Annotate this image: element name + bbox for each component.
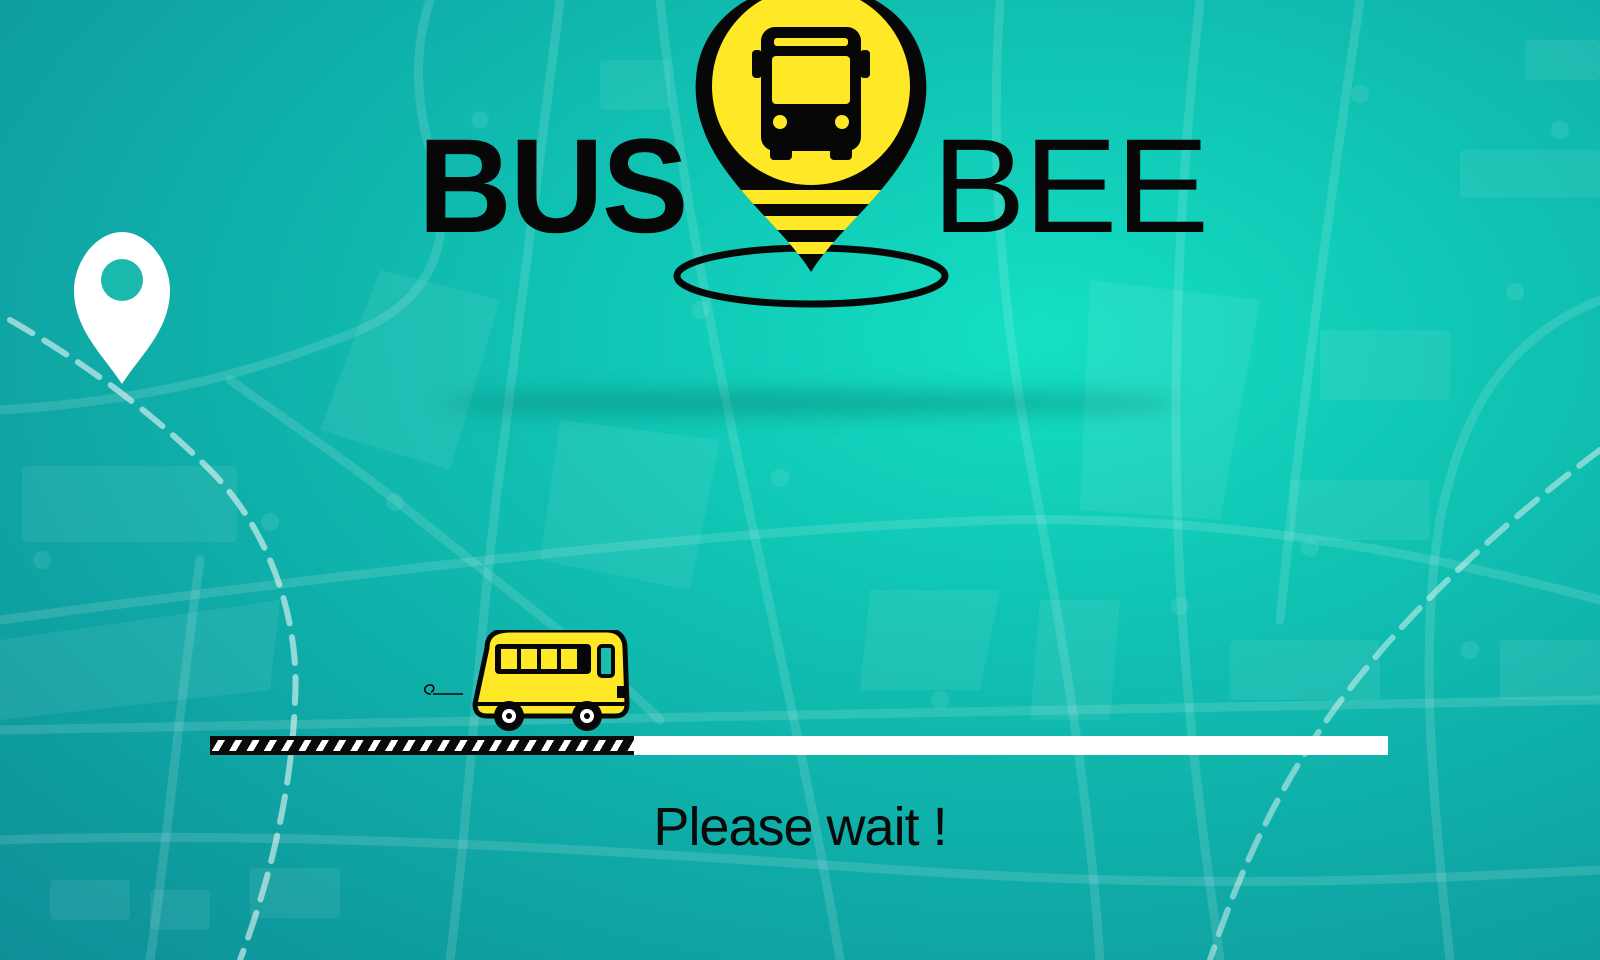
progress-fill-edge-bottom (210, 751, 634, 755)
progress-fill (210, 736, 634, 755)
progress-fill-edge-top (210, 736, 634, 740)
progress-track (210, 736, 1388, 755)
school-bus-icon (423, 630, 630, 731)
loading-status-text: Please wait ! (653, 797, 947, 857)
brand-logo: BUS BEE (0, 0, 1600, 320)
bus-location-pin-icon (673, 0, 949, 308)
logo-shadow (440, 392, 1180, 414)
